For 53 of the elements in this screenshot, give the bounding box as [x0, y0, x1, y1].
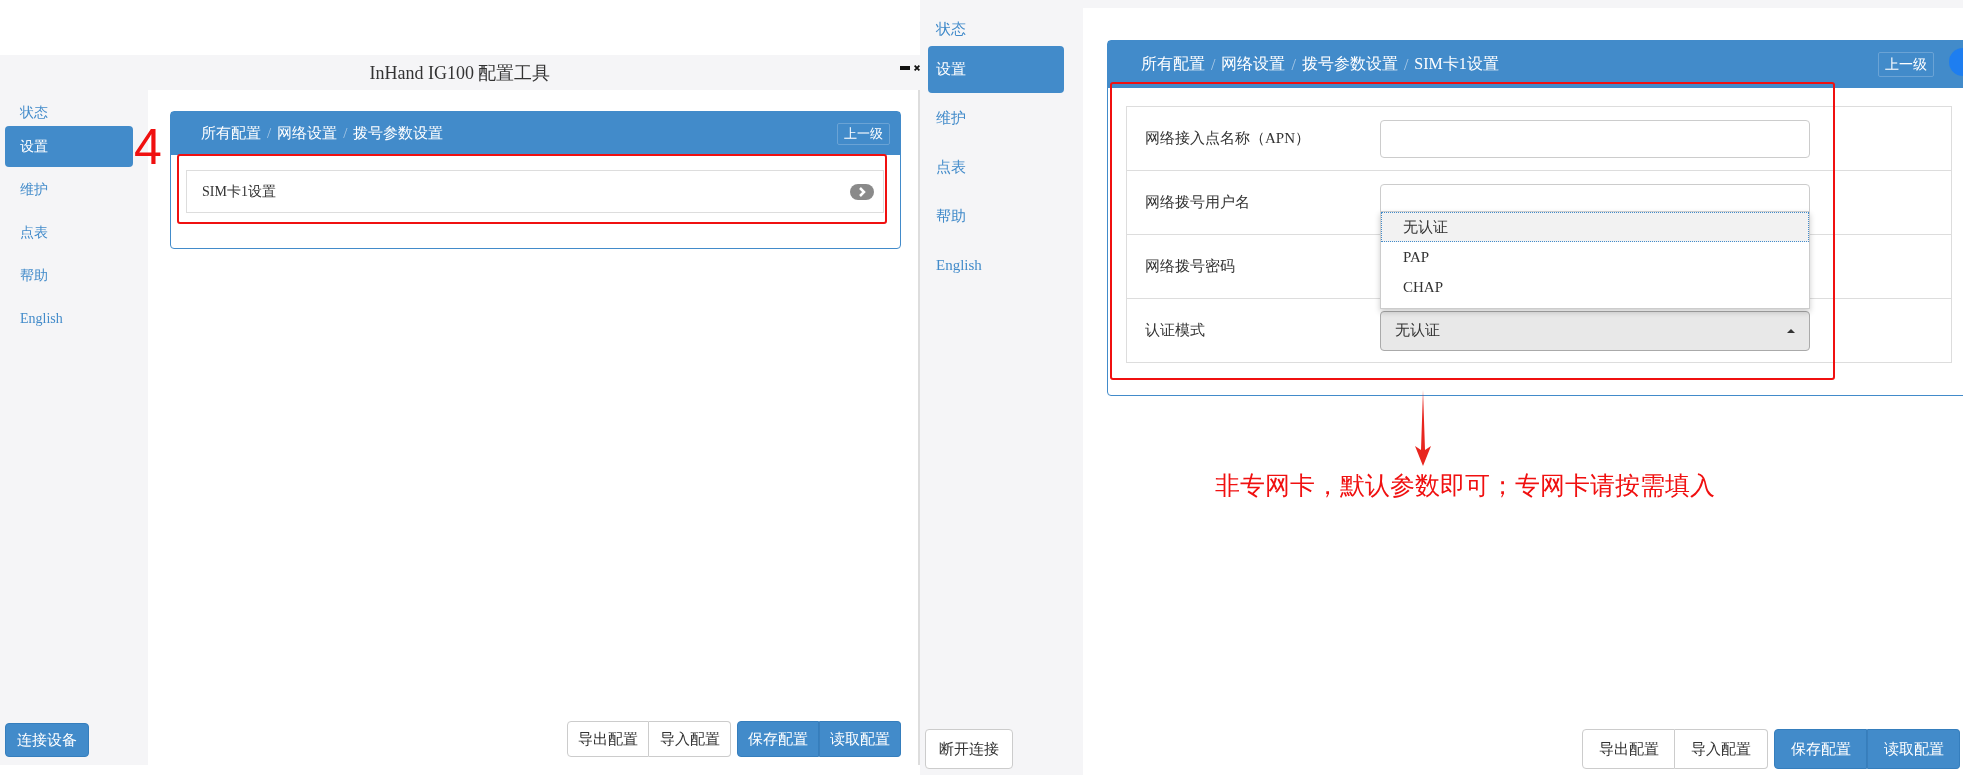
config-button[interactable]: 读取配置 [1867, 729, 1960, 769]
breadcrumb-separator: / [1291, 55, 1296, 74]
window-title: InHand IG100 配置工具 [369, 61, 551, 85]
sidebar-item[interactable]: 帮助 [5, 255, 133, 296]
breadcrumb-link[interactable]: 网络设置 [277, 124, 338, 143]
config-button[interactable]: 导出配置 [1582, 729, 1675, 769]
breadcrumb-separator: / [1403, 55, 1409, 74]
sidebar-item[interactable]: 维护 [928, 95, 1064, 142]
connect-button[interactable]: 连接设备 [5, 723, 89, 757]
config-button[interactable]: 读取配置 [819, 721, 901, 757]
breadcrumb-separator: / [1211, 55, 1216, 74]
dropdown-option[interactable]: 无认证 [1381, 211, 1809, 242]
field-label: 网络拨号密码 [1145, 257, 1236, 276]
config-button[interactable]: 保存配置 [737, 721, 819, 757]
up-level-button[interactable]: 上一级 [1878, 52, 1934, 77]
minimize-icon[interactable] [900, 66, 910, 70]
sidebar-item[interactable]: English [5, 298, 133, 339]
sidebar-item[interactable]: 维护 [5, 169, 133, 210]
sidebar-item[interactable]: 设置 [5, 126, 133, 167]
dropdown-option[interactable]: CHAP [1381, 271, 1809, 302]
sidebar-item[interactable]: 点表 [5, 212, 133, 253]
breadcrumb-separator: / [343, 125, 348, 142]
config-button[interactable]: 导入配置 [1675, 729, 1768, 769]
up-level-button[interactable]: 上一级 [837, 122, 890, 145]
select-field[interactable]: 无认证 [1380, 310, 1810, 351]
close-icon[interactable] [914, 63, 920, 73]
breadcrumb-link[interactable]: 所有配置 [1141, 54, 1205, 75]
breadcrumb-link[interactable]: 拨号参数设置 [353, 124, 444, 143]
sidebar-item[interactable]: 状态 [928, 14, 1064, 44]
config-button[interactable]: 导出配置 [567, 721, 649, 757]
config-button[interactable]: 保存配置 [1774, 729, 1867, 769]
step-number: 4 [134, 122, 162, 172]
sidebar-item[interactable]: 设置 [928, 46, 1064, 93]
annotation-text: 非专网卡，默认参数即可；专网卡请按需填入 [1215, 470, 1716, 502]
breadcrumb-link[interactable]: SIM卡1设置 [1414, 54, 1499, 75]
caret-up-icon [1787, 328, 1795, 333]
breadcrumb-link[interactable]: 拨号参数设置 [1301, 54, 1398, 75]
sidebar-item[interactable]: 点表 [928, 144, 1064, 191]
list-item[interactable]: SIM卡1设置 [186, 170, 884, 213]
sidebar-item[interactable]: 帮助 [928, 193, 1064, 240]
sidebar-item[interactable]: English [928, 242, 1064, 289]
disconnect-button[interactable]: 断开连接 [925, 729, 1013, 769]
sidebar-item[interactable]: 状态 [5, 102, 133, 124]
field-label: 网络接入点名称（APN） [1145, 129, 1311, 148]
field-label: 网络拨号用户名 [1145, 193, 1251, 212]
input-field[interactable] [1380, 119, 1810, 158]
breadcrumb-link[interactable]: 网络设置 [1221, 54, 1286, 75]
breadcrumb-link[interactable]: 所有配置 [201, 124, 261, 143]
dropdown-option[interactable]: PAP [1381, 241, 1809, 272]
field-label: 认证模式 [1145, 321, 1206, 340]
chevron-right-icon [850, 183, 874, 200]
breadcrumb-separator: / [267, 125, 272, 142]
config-button[interactable]: 导入配置 [649, 721, 731, 757]
